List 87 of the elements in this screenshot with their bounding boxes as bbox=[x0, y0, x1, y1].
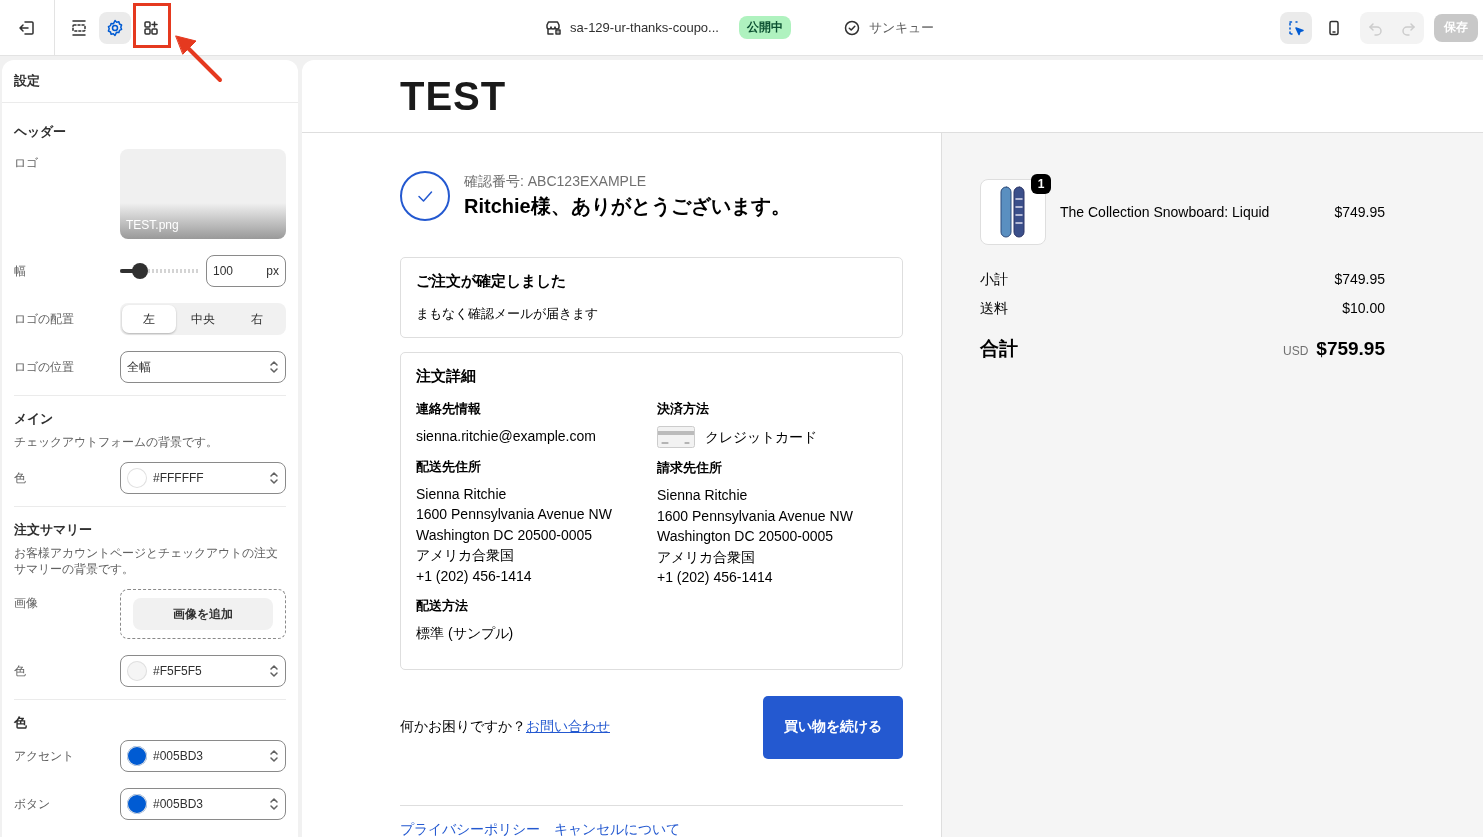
file-name: TEST.png bbox=[126, 218, 179, 232]
product-name: The Collection Snowboard: Liquid bbox=[1060, 204, 1271, 220]
section-title: 色 bbox=[14, 714, 28, 732]
settings-icon bbox=[105, 17, 125, 38]
field-label: ボタン bbox=[14, 796, 51, 813]
payment-method: クレジットカード bbox=[705, 427, 817, 447]
summary-value: $749.95 bbox=[1334, 271, 1385, 289]
chevron-up-down-icon bbox=[269, 664, 279, 678]
store-icon bbox=[544, 18, 563, 37]
select-cursor-icon bbox=[1287, 18, 1305, 37]
detail-heading: 配送先住所 bbox=[416, 457, 482, 476]
detail-heading: 連絡先情報 bbox=[416, 400, 482, 418]
alignment-option[interactable]: 右 bbox=[230, 305, 284, 333]
inspector-button[interactable] bbox=[1280, 11, 1312, 44]
field-label: アクセント bbox=[14, 748, 75, 765]
detail-text: 1600 Pennsylvania Avenue NW bbox=[416, 505, 613, 524]
chevron-up-down-icon bbox=[269, 471, 279, 485]
chevron-up-down-icon bbox=[269, 749, 279, 763]
total-amount: $759.95 bbox=[1316, 338, 1385, 359]
slider-thumb[interactable] bbox=[131, 263, 148, 279]
check-circle-icon bbox=[842, 18, 861, 37]
field-label: 色 bbox=[14, 663, 27, 680]
color-field[interactable]: #005BD3 bbox=[120, 740, 286, 772]
section-title: 注文サマリー bbox=[14, 521, 93, 539]
status-badge: 公開中 bbox=[738, 16, 791, 39]
highlight-frame bbox=[133, 3, 171, 48]
card-message: まもなく確認メールが届きます bbox=[416, 305, 599, 323]
detail-text: 1600 Pennsylvania Avenue NW bbox=[657, 506, 854, 526]
section-title: ヘッダー bbox=[14, 123, 67, 141]
width-input[interactable]: 100 px bbox=[206, 255, 286, 287]
add-image-button[interactable]: 画像を追加 bbox=[133, 598, 273, 630]
footer-link[interactable]: キャンセルについて bbox=[554, 820, 680, 837]
chevron-up-down-icon bbox=[269, 360, 279, 374]
alignment-option[interactable]: 中央 bbox=[176, 305, 230, 333]
detail-text: アメリカ合衆国 bbox=[657, 547, 756, 567]
detail-text: +1 (202) 456-1414 bbox=[416, 566, 533, 586]
detail-text: 標準 (サンプル) bbox=[416, 624, 515, 643]
field-label: ロゴの位置 bbox=[14, 359, 75, 376]
sections-icon bbox=[69, 17, 89, 38]
detail-text: Sienna Ritchie bbox=[416, 484, 508, 504]
color-field[interactable]: #F5F5F5 bbox=[120, 655, 286, 687]
card-title: ご注文が確定しました bbox=[416, 272, 567, 291]
summary-label: 送料 bbox=[980, 300, 1008, 318]
detail-text: +1 (202) 456-1414 bbox=[657, 568, 774, 587]
thank-you-heading: Ritchie様、ありがとうございます。 bbox=[464, 193, 791, 219]
currency-code: USD bbox=[1282, 344, 1309, 358]
color-field[interactable]: #FFFFFF bbox=[120, 462, 286, 494]
store-logo: TEST bbox=[400, 73, 507, 119]
color-field[interactable]: #005BD3 bbox=[120, 788, 286, 820]
total-label: 合計 bbox=[980, 337, 1018, 361]
section-description: チェックアウトフォームの背景です。 bbox=[14, 434, 219, 450]
detail-heading: 決済方法 bbox=[657, 400, 710, 418]
detail-heading: 配送方法 bbox=[416, 597, 469, 615]
detail-text: sienna.ritchie@example.com bbox=[416, 427, 597, 446]
alignment-option[interactable]: 左 bbox=[122, 305, 176, 333]
help-text: 何かお困りですか？お問い合わせ bbox=[400, 718, 610, 736]
continue-shopping-button[interactable]: 買い物を続ける bbox=[763, 695, 903, 759]
footer-link[interactable]: プライバシーポリシー bbox=[400, 820, 540, 837]
field-label: 幅 bbox=[14, 263, 27, 280]
card-title: 注文詳細 bbox=[416, 367, 477, 386]
image-drop-zone[interactable]: 画像を追加 bbox=[120, 589, 286, 639]
confirmation-number: 確認番号: ABC123EXAMPLE bbox=[464, 172, 648, 191]
detail-heading: 請求先住所 bbox=[657, 459, 723, 477]
contact-link[interactable]: お問い合わせ bbox=[526, 718, 610, 734]
settings-tab[interactable] bbox=[99, 11, 131, 44]
summary-value: $10.00 bbox=[1342, 300, 1385, 318]
detail-text: Washington DC 20500-0005 bbox=[657, 527, 835, 546]
detail-text: アメリカ合衆国 bbox=[416, 546, 515, 565]
page-name: sa-129-ur-thanks-coupo... bbox=[570, 20, 719, 35]
field-label: 画像 bbox=[14, 595, 39, 611]
field-label: ロゴ bbox=[14, 155, 39, 171]
detail-text: Sienna Ritchie bbox=[657, 486, 749, 505]
chevron-up-down-icon bbox=[269, 797, 279, 811]
panel-title: 設定 bbox=[2, 60, 298, 103]
section-description: お客様アカウントページとチェックアウトの注文サマリーの背景です。 bbox=[14, 545, 279, 577]
snowboard-drawing bbox=[999, 185, 1027, 239]
annotation-arrow bbox=[172, 34, 224, 84]
credit-card-icon bbox=[657, 426, 695, 448]
summary-label: 小計 bbox=[980, 271, 1008, 289]
section-title: メイン bbox=[14, 410, 54, 428]
select-field[interactable]: 全幅 bbox=[120, 351, 286, 383]
field-label: ロゴの配置 bbox=[14, 311, 75, 328]
field-label: 色 bbox=[14, 470, 27, 487]
product-price: $749.95 bbox=[1334, 204, 1385, 220]
template-name: サンキュー bbox=[868, 18, 934, 37]
quantity-badge: 1 bbox=[1031, 174, 1051, 194]
detail-text: Washington DC 20500-0005 bbox=[416, 525, 594, 545]
